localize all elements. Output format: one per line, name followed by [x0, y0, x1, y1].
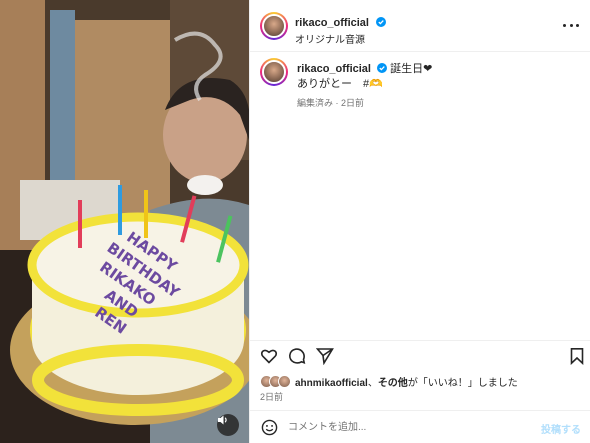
- caption-username[interactable]: rikaco_official: [297, 63, 371, 75]
- share-icon[interactable]: [316, 347, 334, 365]
- bookmark-icon[interactable]: [568, 347, 586, 365]
- more-options-icon[interactable]: [563, 17, 579, 33]
- action-bar: [250, 340, 590, 370]
- likes-separator: 、: [367, 377, 378, 389]
- caption-lead: 誕生日❤: [390, 63, 433, 75]
- audio-label[interactable]: オリジナル音源: [295, 31, 386, 46]
- post-date[interactable]: 2日前: [260, 390, 283, 403]
- audio-toggle-button[interactable]: [217, 414, 239, 436]
- speaker-icon: [218, 415, 227, 425]
- post-details-panel: rikaco_official オリジナル音源 rikaco_official …: [249, 0, 590, 443]
- liker-avatar[interactable]: [278, 374, 291, 388]
- likes-others-link[interactable]: その他: [378, 378, 408, 389]
- caption-avatar[interactable]: [260, 58, 288, 86]
- comment-icon[interactable]: [288, 347, 306, 365]
- post-header: rikaco_official オリジナル音源: [250, 0, 590, 52]
- comment-input[interactable]: [288, 419, 528, 436]
- verified-badge-icon: [376, 17, 387, 27]
- likes-summary: ahnmikaofficial、その他が「いいね！」しました: [260, 372, 518, 390]
- post-comment-button[interactable]: 投稿する: [541, 421, 581, 436]
- emoji-icon[interactable]: [261, 419, 278, 436]
- comment-bar: 投稿する: [250, 410, 590, 443]
- avatar[interactable]: [260, 12, 288, 40]
- caption-body: ありがとー #🫶: [297, 78, 383, 90]
- birthday-cake-photo: HAPPY BIRTHDAY RIKAKO AND REN: [0, 0, 249, 443]
- post-photo[interactable]: HAPPY BIRTHDAY RIKAKO AND REN: [0, 0, 249, 443]
- header-text: rikaco_official オリジナル音源: [295, 13, 387, 46]
- author-username[interactable]: rikaco_official: [295, 17, 369, 29]
- liker-username[interactable]: ahnmikaofficial: [295, 378, 368, 389]
- heart-icon[interactable]: [260, 347, 278, 365]
- verified-badge-icon: [377, 63, 388, 73]
- likes-suffix: が「いいね！」しました: [407, 377, 518, 389]
- caption: rikaco_official 誕生日❤ ありがとー #🫶 編集済み · 2日前: [250, 52, 590, 119]
- caption-meta: 編集済み · 2日前: [297, 98, 365, 108]
